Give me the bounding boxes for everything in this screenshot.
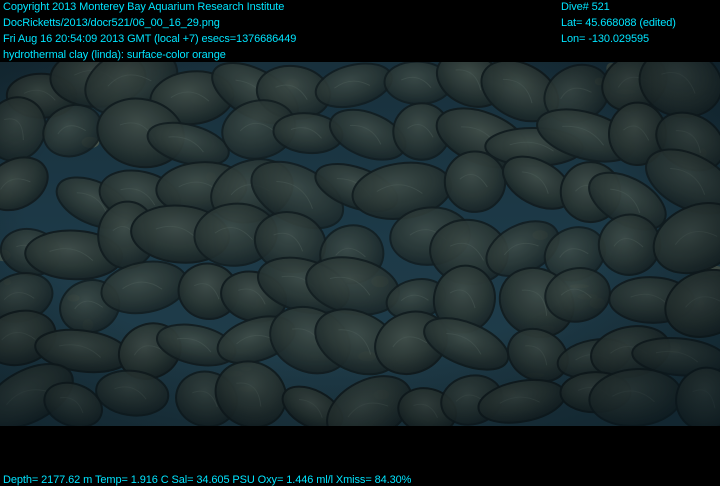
- timestamp-text: Fri Aug 16 20:54:09 2013 GMT (local +7) …: [3, 33, 297, 45]
- overlay-top-right: Dive# 521 Lat= 45.668088 (edited) Lon= -…: [561, 0, 676, 48]
- copyright-text: Copyright 2013 Monterey Bay Aquarium Res…: [3, 1, 285, 13]
- seafloor-image: [0, 62, 720, 426]
- vignette: [0, 62, 720, 426]
- latitude-text: Lat= 45.668088 (edited): [561, 17, 676, 29]
- file-path-text: DocRicketts/2013/docr521/06_00_16_29.png: [3, 17, 220, 29]
- overlay-top-left: Copyright 2013 Monterey Bay Aquarium Res…: [3, 0, 296, 64]
- video-frame: Copyright 2013 Monterey Bay Aquarium Res…: [0, 0, 720, 486]
- sensor-readout-text: Depth= 2177.62 m Temp= 1.916 C Sal= 34.6…: [3, 474, 412, 486]
- dive-number-text: Dive# 521: [561, 1, 610, 13]
- longitude-text: Lon= -130.029595: [561, 33, 650, 45]
- pillow-lava-illustration: [0, 62, 720, 426]
